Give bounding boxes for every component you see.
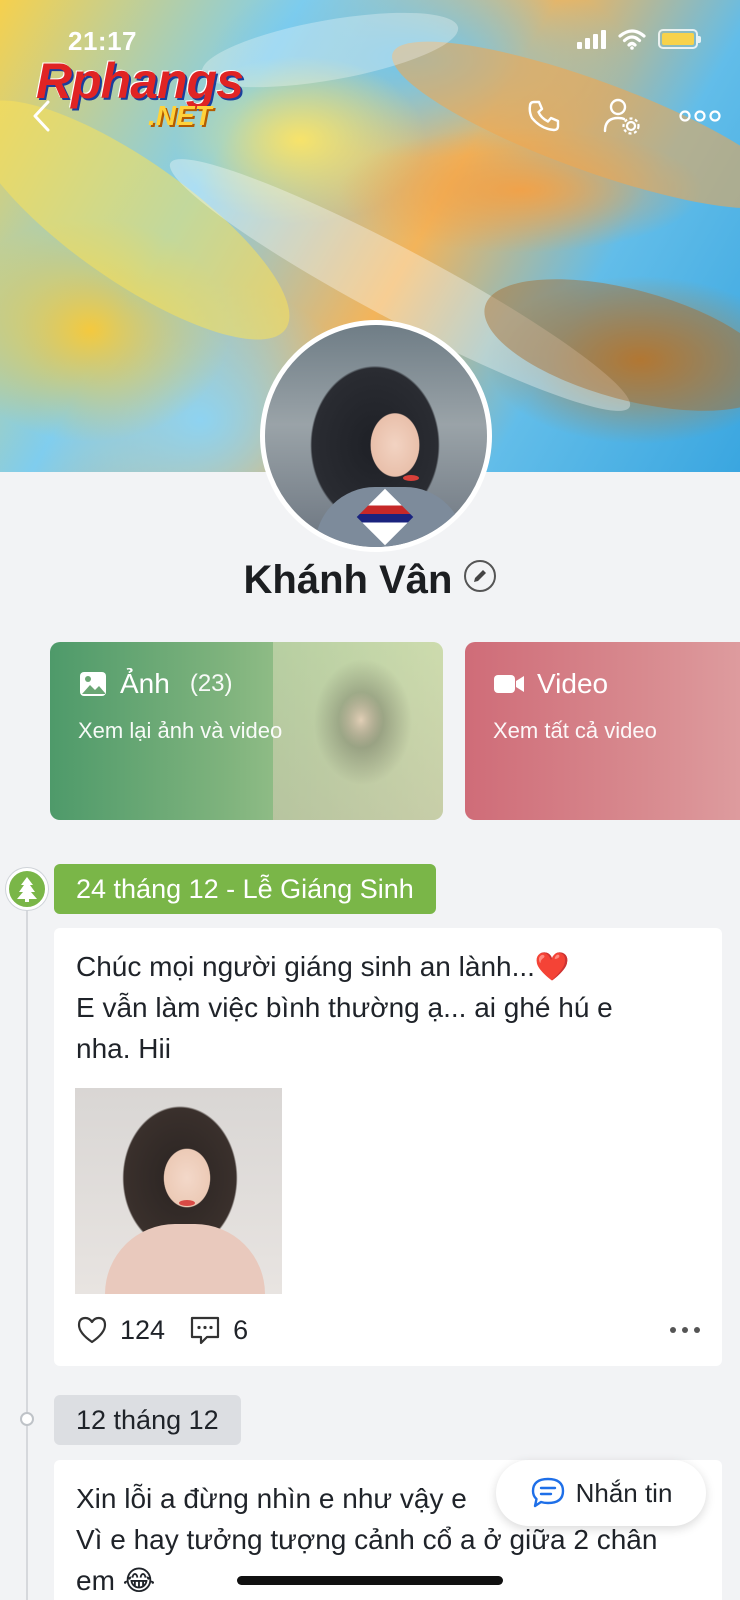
more-button[interactable]: [676, 92, 724, 140]
christmas-tree-icon: [17, 877, 37, 902]
home-indicator[interactable]: [237, 1576, 503, 1585]
message-button[interactable]: Nhắn tin: [496, 1460, 706, 1526]
chat-bubble-icon: [531, 1477, 564, 1508]
post-more-icon[interactable]: [670, 1327, 700, 1333]
photos-card-header: Ảnh (23): [78, 668, 233, 700]
image-icon: [80, 672, 106, 696]
phone-icon: [528, 100, 560, 132]
profile-settings-button[interactable]: [598, 92, 646, 140]
call-button[interactable]: [520, 92, 568, 140]
timeline-line: [26, 870, 28, 1600]
photos-card-thumbnail: [273, 642, 443, 820]
like-button[interactable]: 124: [76, 1315, 165, 1346]
video-card[interactable]: Video Xem tất cả video: [465, 642, 740, 820]
photos-card-count: (23): [189, 670, 233, 697]
timeline-marker: [6, 868, 48, 910]
heart-icon: [77, 1316, 107, 1344]
video-card-title: Video: [537, 668, 609, 699]
timeline-date-2: 12 tháng 12: [54, 1395, 241, 1445]
comment-icon: [190, 1316, 220, 1345]
media-cards: Ảnh (23) Xem lại ảnh và video Video Xem …: [50, 642, 740, 820]
top-nav: [0, 92, 740, 142]
comment-count: 6: [233, 1314, 249, 1345]
post-image[interactable]: [75, 1088, 282, 1294]
more-horizontal-icon: [679, 110, 721, 122]
photos-card[interactable]: Ảnh (23) Xem lại ảnh và video: [50, 642, 443, 820]
photos-card-title: Ảnh: [120, 668, 170, 699]
video-camera-icon: [494, 675, 524, 693]
profile-name-row: Khánh Vân: [0, 558, 740, 603]
like-count: 124: [120, 1314, 166, 1345]
status-icons: [577, 28, 701, 50]
user-settings-icon: [603, 98, 640, 135]
cellular-signal-icon: [577, 29, 606, 49]
profile-avatar[interactable]: [260, 320, 492, 552]
back-button[interactable]: [18, 92, 66, 140]
pencil-icon: [474, 569, 487, 582]
wifi-icon: [618, 29, 646, 50]
profile-name: Khánh Vân: [243, 558, 453, 602]
post-actions: 124 6: [76, 1310, 700, 1350]
video-card-subtitle: Xem tất cả video: [493, 718, 657, 743]
comment-button[interactable]: 6: [189, 1315, 248, 1346]
message-button-label: Nhắn tin: [575, 1477, 673, 1508]
timeline-dot: [20, 1412, 34, 1426]
post-card[interactable]: Chúc mọi người giáng sinh an lành...❤️ E…: [54, 928, 722, 1366]
video-card-header: Video: [493, 668, 608, 700]
edit-name-button[interactable]: [464, 559, 497, 592]
photos-card-subtitle: Xem lại ảnh và video: [78, 718, 283, 743]
post-text: Chúc mọi người giáng sinh an lành...❤️ E…: [76, 951, 613, 1064]
timeline-date-1: 24 tháng 12 - Lễ Giáng Sinh: [54, 864, 436, 914]
chevron-left-icon: [33, 100, 50, 132]
battery-icon: [658, 29, 701, 49]
